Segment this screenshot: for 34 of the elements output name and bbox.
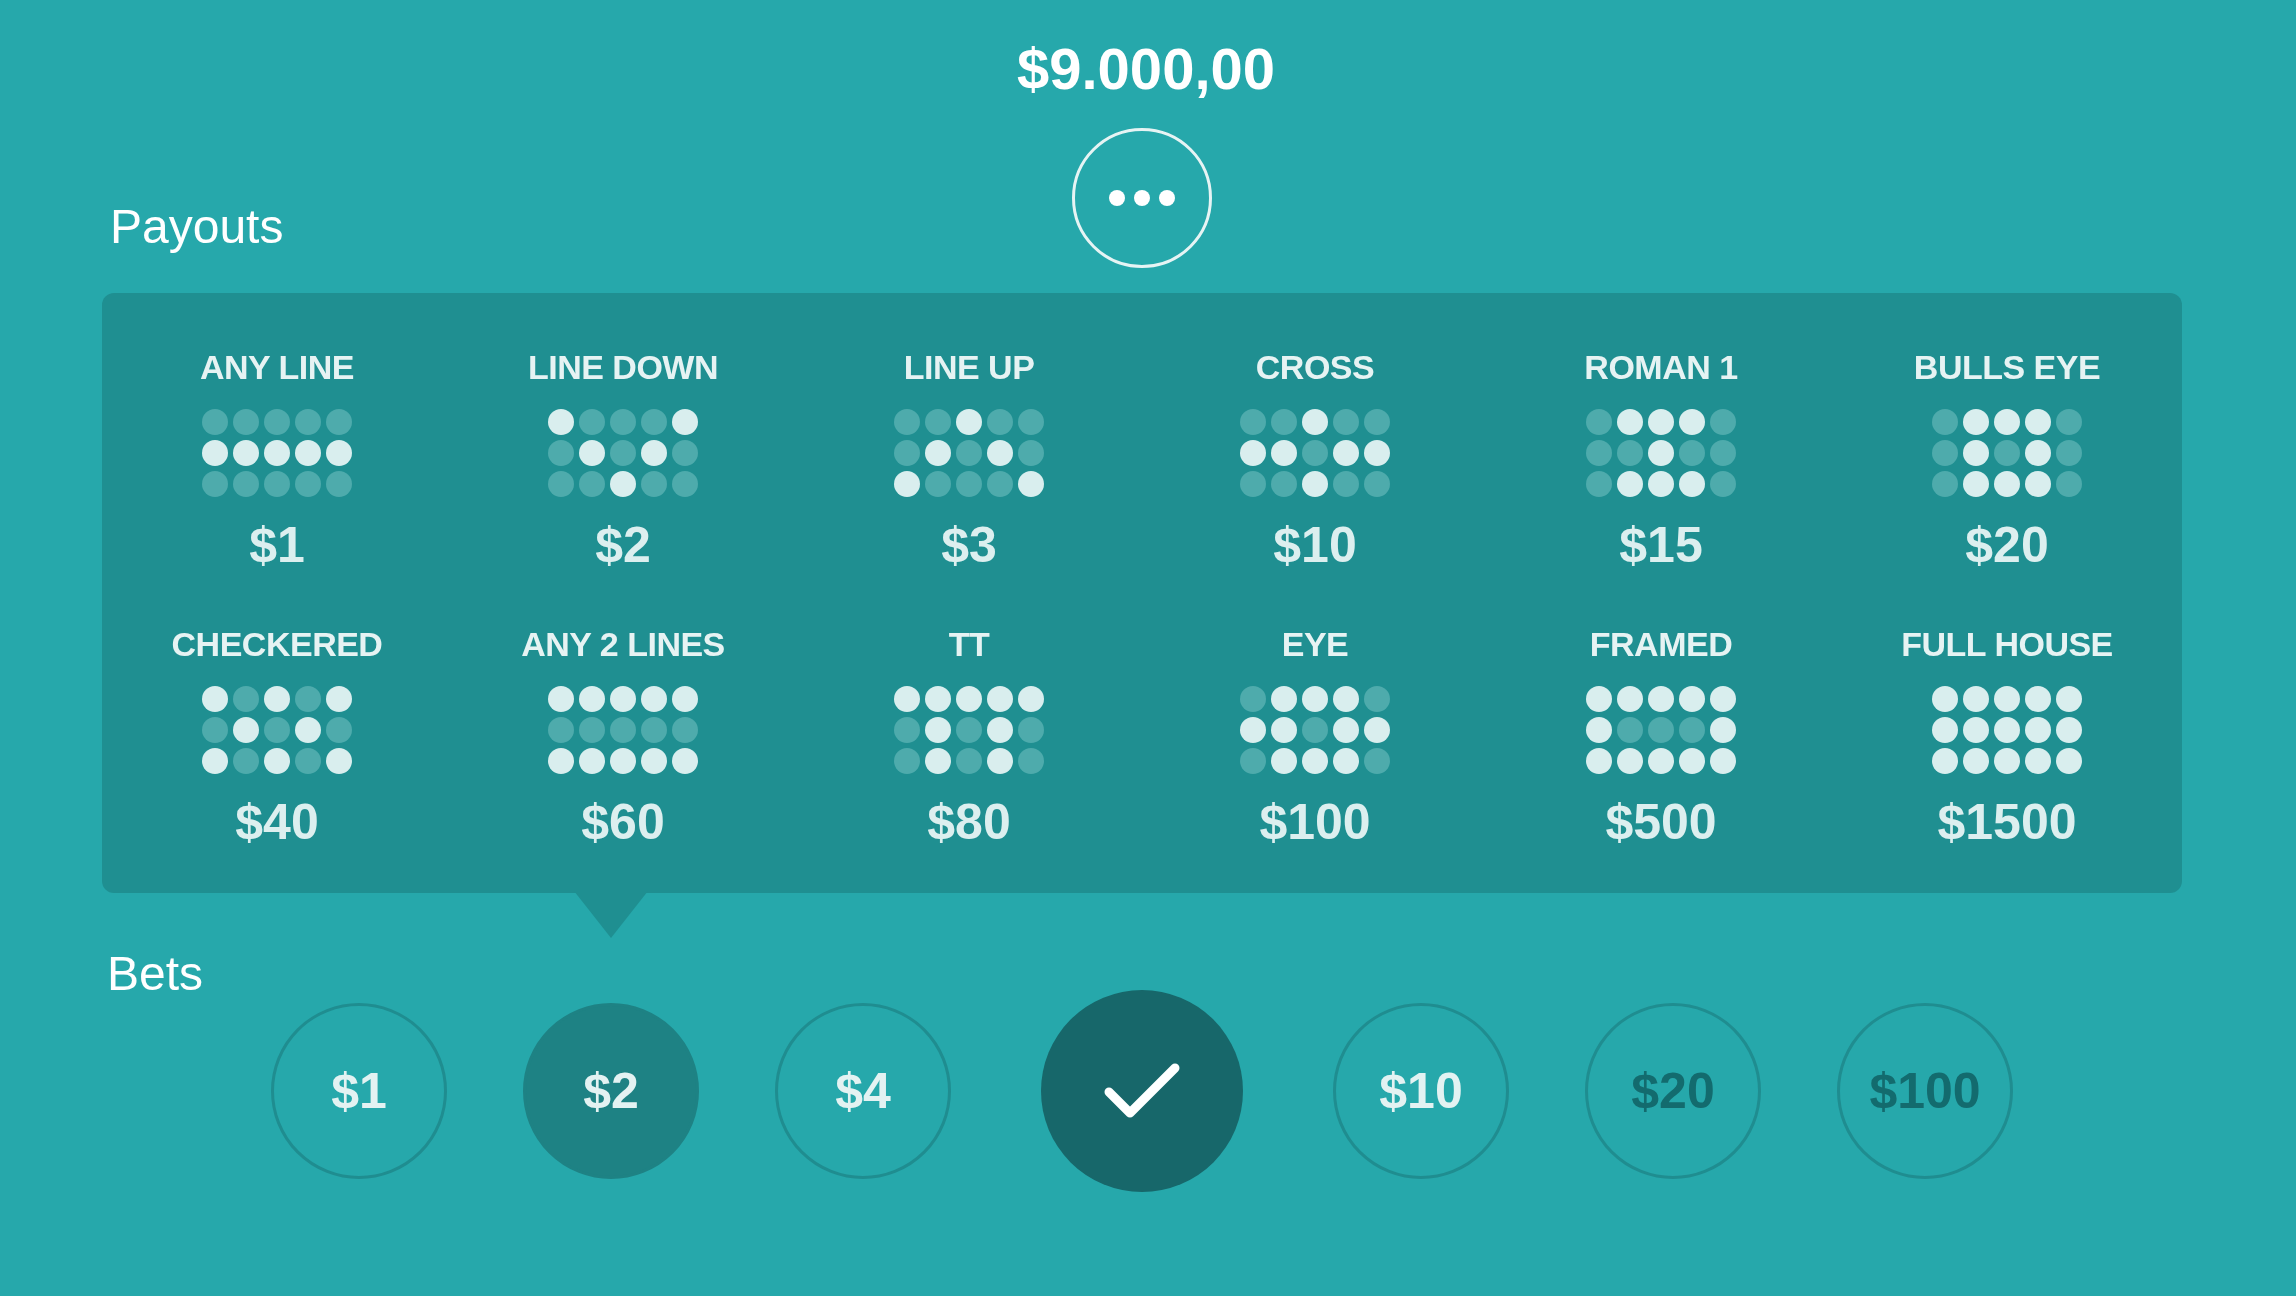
payout-name: TT (948, 624, 990, 664)
payout-amount: $20 (1965, 517, 2049, 573)
payout-amount: $60 (581, 794, 665, 850)
payout-name: BULLS EYE (1913, 347, 2101, 387)
payout-amount: $1500 (1937, 794, 2077, 850)
payout-name: FRAMED (1589, 624, 1733, 664)
section-label: Bets (107, 948, 204, 1000)
payout-name: LINE DOWN (527, 347, 718, 387)
more-icon (1109, 190, 1175, 206)
bet-button[interactable]: $2 (523, 1003, 699, 1179)
check-icon (1104, 1062, 1180, 1120)
payout-amount: $10 (1273, 517, 1357, 573)
payout-name: ANY LINE (199, 347, 355, 387)
more-button[interactable] (1072, 128, 1212, 268)
payout-name: CROSS (1255, 347, 1375, 387)
bet-button[interactable]: $1 (271, 1003, 447, 1179)
payout-name: FULL HOUSE (1901, 624, 2113, 664)
payout-amount: $1 (249, 517, 305, 573)
payout-amount: $3 (941, 517, 997, 573)
bet-button[interactable]: $10 (1333, 1003, 1509, 1179)
balance-amount: $9.000,00 (1017, 35, 1275, 103)
payout-amount: $2 (595, 517, 651, 573)
payout-name: ROMAN 1 (1584, 347, 1738, 387)
payout-amount: $80 (927, 794, 1011, 850)
payout-name: ANY 2 LINES (521, 624, 725, 664)
payout-amount: $500 (1605, 794, 1717, 850)
bet-button[interactable]: $4 (775, 1003, 951, 1179)
payout-name: LINE UP (903, 347, 1035, 387)
payout-amount: $40 (235, 794, 319, 850)
section-label: Payouts (110, 199, 284, 255)
payout-name: CHECKERED (171, 624, 383, 664)
payout-amount: $100 (1259, 794, 1371, 850)
payout-amount: $15 (1619, 517, 1703, 573)
payout-name: EYE (1281, 624, 1349, 664)
